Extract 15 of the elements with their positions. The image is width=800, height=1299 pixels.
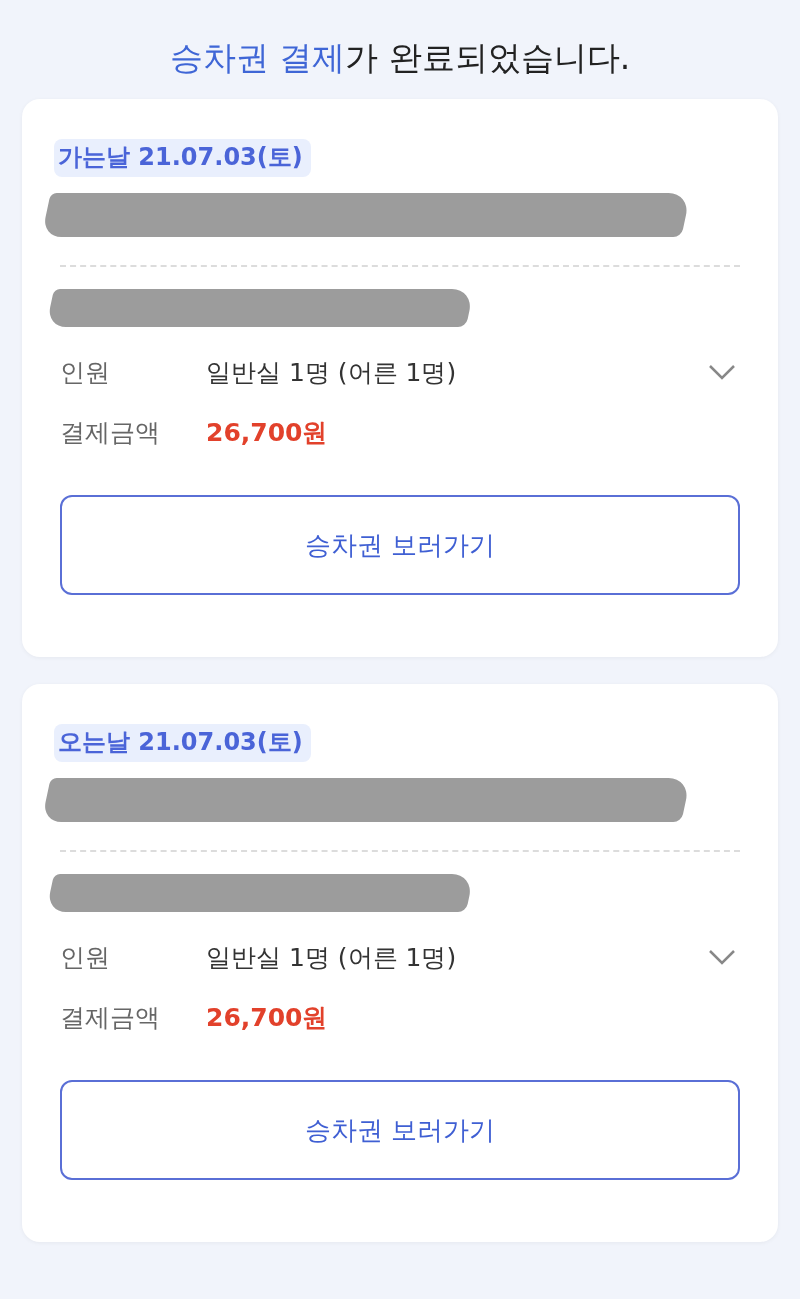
detail-value: 일반실 1명 (어른 1명) <box>206 356 458 389</box>
detail-label: 인원 <box>60 356 111 389</box>
view-ticket-button[interactable]: 승차권 보러가기 <box>60 495 740 595</box>
chevron-down-icon[interactable] <box>708 949 736 965</box>
detail-label: 인원 <box>60 941 111 974</box>
travel-date: 오는날 21.07.03(토) <box>54 724 311 762</box>
detail-label: 결제금액 <box>60 416 161 449</box>
page-title: 승차권 결제가 완료되었습니다. <box>168 37 632 79</box>
detail-value: 일반실 1명 (어른 1명) <box>206 941 458 974</box>
payment-amount: 26,700원 <box>206 1001 329 1034</box>
view-ticket-button[interactable]: 승차권 보러가기 <box>60 1080 740 1180</box>
chevron-down-icon[interactable] <box>708 364 736 380</box>
payment-amount: 26,700원 <box>206 416 329 449</box>
detail-label: 결제금액 <box>60 1001 161 1034</box>
travel-date: 가는날 21.07.03(토) <box>54 139 311 177</box>
